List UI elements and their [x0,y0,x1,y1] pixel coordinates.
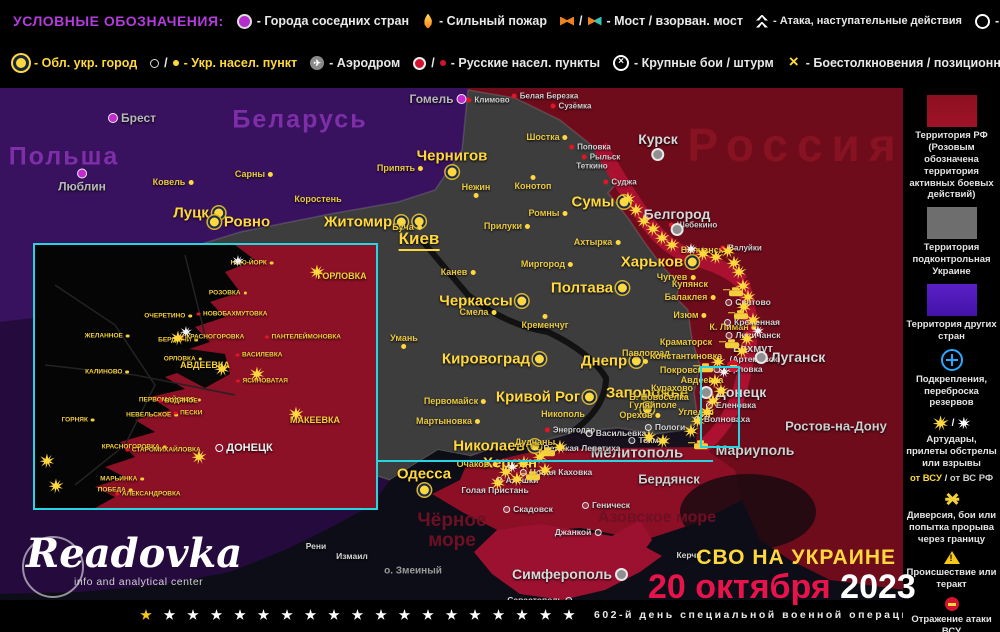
sabotage-icon [944,491,960,507]
star-icon [516,609,528,620]
legend-title: УСЛОВНЫЕ ОБОЗНАЧЕНИЯ: [13,13,224,29]
airfield-icon: ✈ [310,56,325,70]
inset-source-frame [700,366,740,448]
star-icon [563,609,575,620]
operation-day-counter: 602-й день специальной военной операции [594,609,920,621]
operation-date: 20 октября 2023 [648,568,916,606]
legend-neighbor-cities: - Города соседних стран [236,13,409,29]
legend-clash: - Боестолкновения / позиционные бои [787,52,1000,72]
legend-ukr-town: / - Укр. насел. пункт [150,56,297,70]
strike-rf-icon [957,416,971,430]
legend-repel: Отражение атаки ВСУ [905,597,999,632]
legend-territory-rf: Территория РФ (Розовым обозначена террит… [905,95,999,201]
star-icon [234,609,246,620]
neighbor-city-icon [236,13,252,29]
big-battle-icon [613,55,630,71]
stars-row [140,609,575,621]
legend-attack: - Атака, наступательные действия [755,14,962,28]
legend-sabotage: Диверсия, бои или попытка прорыва через … [905,491,999,546]
star-icon [140,609,152,620]
territory-other-swatch [926,283,977,316]
legend-territory-other: Территория других стран [905,283,999,343]
readovka-logo: Readovka info and analytical center [22,534,242,598]
donetsk-inset-map [33,243,378,510]
legend-airfield: ✈ - Аэродром [310,56,400,70]
ru-city-icon [413,56,427,70]
star-icon [328,609,340,620]
star-icon [539,609,552,620]
star-icon [375,609,387,620]
legend-row-2: - Обл. укр. город / - Укр. насел. пункт ✈… [0,42,1000,84]
map-infographic: Польша Беларусь Россия Чёрное море Азовское … [0,0,1000,632]
legend-row-1: УСЛОВНЫЕ ОБОЗНАЧЕНИЯ: - Города соседних … [0,0,1000,42]
inset-connector-line [378,460,713,462]
attack-icon [755,14,768,28]
bridge-icon [560,16,575,26]
star-icon [351,609,364,620]
legend-bridge: / - Мост / взорван. мост [560,14,743,28]
inset-active-territory [95,245,376,508]
legend-territory-ua: Территория подконтрольная Украине [905,207,999,278]
clash-icon [787,52,801,72]
legend-artillery: / Артудары, прилеты обстрелы или взрывы … [905,415,999,485]
ukr-town-ring-icon [150,58,160,68]
legend-top-bar: УСЛОВНЫЕ ОБОЗНАЧЕНИЯ: - Города соседних … [0,0,1000,88]
star-icon [210,609,223,620]
brand-tagline: info and analytical center [74,576,204,588]
strike-vsu-icon [932,415,949,432]
star-icon [492,609,505,620]
blown-bridge-icon [587,16,602,26]
blockade-icon [974,13,990,29]
legend-fire: - Сильный пожар [422,13,547,29]
legend-sidebar: Территория РФ (Розовым обозначена террит… [903,88,1000,632]
logo-ring [22,536,84,598]
star-icon [422,609,434,620]
legend-big-battle: - Крупные бои / штурм [613,55,774,71]
legend-incident: Происшествие или теракт [905,551,999,591]
star-icon [304,609,317,620]
legend-ru-towns: / - Русские насел. пункты [413,56,600,70]
ukr-region-city-icon [13,55,29,71]
date-block: СВО НА УКРАИНЕ 20 октября 2023 [648,546,916,606]
legend-ukr-city: - Обл. укр. город [13,55,137,71]
star-icon [187,609,199,620]
legend-reinforcement: Подкрепления, переброска резервов [905,348,999,410]
star-icon [163,609,176,620]
star-icon [469,609,481,620]
operation-title: СВО НА УКРАИНЕ [696,546,896,569]
star-icon [281,609,293,620]
fire-icon [424,13,432,29]
star-icon [445,609,458,620]
reinforcement-icon [940,348,963,371]
star-icon [398,609,411,620]
incident-icon [943,551,960,565]
strike-attribution: от ВСУ / от ВС РФ [909,472,994,484]
territory-ua-swatch [926,207,977,240]
repel-attack-icon [944,597,959,612]
territory-rf-swatch [926,95,977,127]
ukr-town-dot-icon [172,60,179,66]
ru-town-dot-icon [439,60,446,66]
legend-blockade: - Блокада [974,13,1000,29]
star-icon [257,609,270,620]
inset-territories [44,245,376,508]
